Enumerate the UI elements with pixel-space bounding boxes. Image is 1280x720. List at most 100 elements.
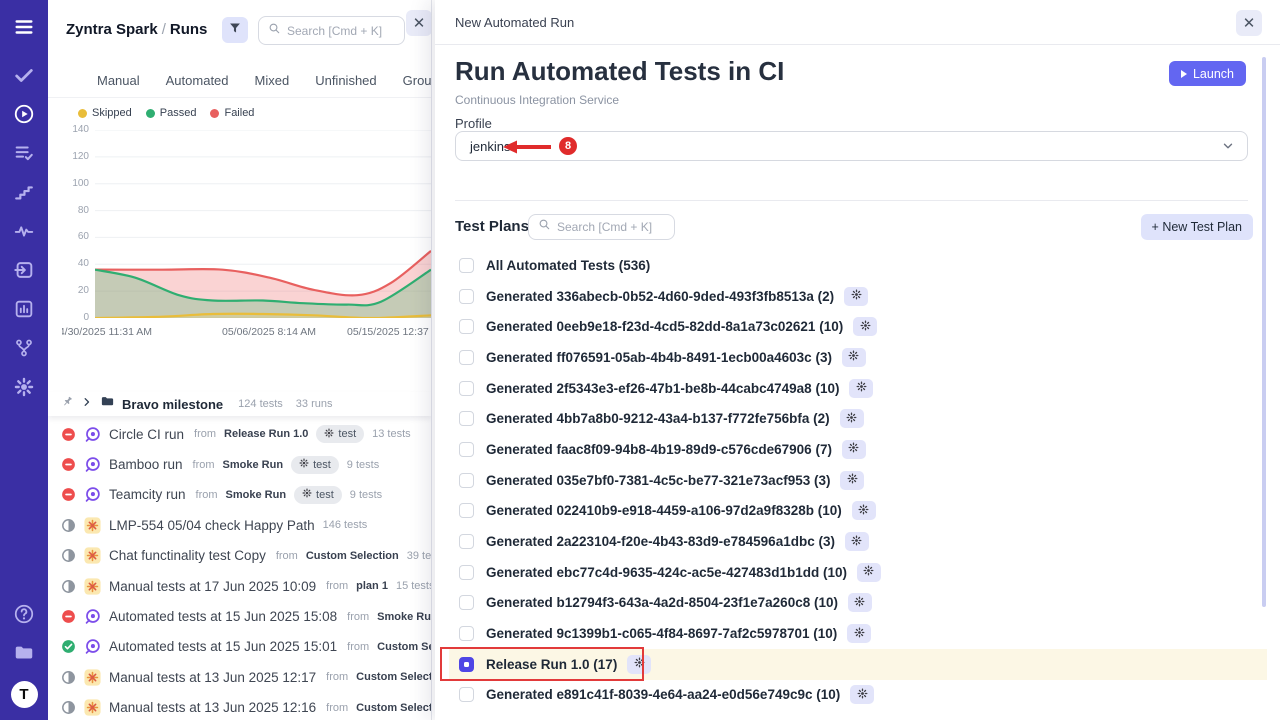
- run-list-item[interactable]: Circle CI run from Release Run 1.0 test …: [48, 419, 431, 449]
- test-plan-checkbox[interactable]: [459, 657, 474, 672]
- test-plan-label[interactable]: Generated 336abecb-0b52-4d60-9ded-493f3f…: [486, 289, 834, 304]
- filter-button[interactable]: [222, 17, 248, 43]
- milestone-name[interactable]: Bravo milestone: [122, 397, 223, 412]
- analytics-icon[interactable]: [13, 298, 35, 320]
- test-plan-label[interactable]: Generated ebc77c4d-9635-424c-ac5e-427483…: [486, 565, 847, 580]
- test-plan-settings-button[interactable]: [842, 440, 866, 459]
- test-plan-settings-button[interactable]: [840, 409, 864, 428]
- test-plan-row[interactable]: Generated ff076591-05ab-4b4b-8491-1ecb00…: [455, 342, 1257, 373]
- run-test-badge[interactable]: test: [316, 425, 364, 443]
- runs-search-input[interactable]: [287, 24, 395, 38]
- panel-close-button[interactable]: ✕: [406, 10, 432, 36]
- run-title[interactable]: Circle CI run: [109, 427, 184, 442]
- test-plan-settings-button[interactable]: [627, 655, 651, 674]
- test-plan-label[interactable]: All Automated Tests (536): [486, 258, 650, 273]
- app-logo[interactable]: T: [11, 681, 38, 708]
- test-plan-label[interactable]: Generated 022410b9-e918-4459-a106-97d2a9…: [486, 503, 842, 518]
- run-list-item[interactable]: Teamcity run from Smoke Run test 9 tests: [48, 480, 431, 510]
- runs-search[interactable]: [258, 16, 405, 45]
- tab-unfinished[interactable]: Unfinished: [302, 73, 389, 88]
- test-plan-checkbox[interactable]: [459, 565, 474, 580]
- test-plan-label[interactable]: Generated 0eeb9e18-f23d-4cd5-82dd-8a1a73…: [486, 319, 843, 334]
- menu-icon[interactable]: [13, 16, 35, 38]
- test-plan-row[interactable]: Generated 9c1399b1-c065-4f84-8697-7af2c5…: [455, 618, 1257, 649]
- test-plan-settings-button[interactable]: [857, 563, 881, 582]
- milestone-row[interactable]: Bravo milestone 124 tests 33 runs: [48, 392, 431, 416]
- test-plan-row[interactable]: Generated 0eeb9e18-f23d-4cd5-82dd-8a1a73…: [455, 311, 1257, 342]
- test-plan-label[interactable]: Generated ff076591-05ab-4b4b-8491-1ecb00…: [486, 350, 832, 365]
- test-plan-checkbox[interactable]: [459, 626, 474, 641]
- test-plan-label[interactable]: Generated b12794f3-643a-4a2d-8504-23f1e7…: [486, 595, 838, 610]
- runs-play-icon[interactable]: [13, 103, 35, 125]
- tab-manual[interactable]: Manual: [84, 73, 153, 88]
- test-plan-settings-button[interactable]: [852, 501, 876, 520]
- chevron-right-icon[interactable]: [81, 395, 93, 413]
- test-plan-row[interactable]: Generated 2f5343e3-ef26-47b1-be8b-44cabc…: [455, 373, 1257, 404]
- test-plan-settings-button[interactable]: [842, 348, 866, 367]
- test-plan-row[interactable]: Generated 336abecb-0b52-4d60-9ded-493f3f…: [455, 281, 1257, 312]
- run-list-item[interactable]: Manual tests at 17 Jun 2025 10:09 from p…: [48, 571, 431, 601]
- run-title[interactable]: Teamcity run: [109, 487, 186, 502]
- test-plan-settings-button[interactable]: [844, 287, 868, 306]
- test-plan-row[interactable]: Generated 022410b9-e918-4459-a106-97d2a9…: [455, 496, 1257, 527]
- test-plan-label[interactable]: Generated 4bb7a8b0-9212-43a4-b137-f772fe…: [486, 411, 830, 426]
- settings-gear-icon[interactable]: [13, 376, 35, 398]
- test-plan-settings-button[interactable]: [840, 471, 864, 490]
- launch-button[interactable]: Launch: [1169, 61, 1246, 86]
- test-plans-search[interactable]: [528, 214, 675, 240]
- drawer-close-button[interactable]: ✕: [1236, 10, 1262, 36]
- test-plan-label[interactable]: Release Run 1.0 (17): [486, 657, 617, 672]
- test-plan-row[interactable]: Generated faac8f09-94b8-4b19-89d9-c576cd…: [455, 434, 1257, 465]
- run-title[interactable]: Automated tests at 15 Jun 2025 15:08: [109, 609, 337, 624]
- test-plan-label[interactable]: Generated faac8f09-94b8-4b19-89d9-c576cd…: [486, 442, 832, 457]
- test-plan-label[interactable]: Generated 035e7bf0-7381-4c5c-be77-321e73…: [486, 473, 830, 488]
- test-plan-label[interactable]: Generated e891c41f-8039-4e64-aa24-e0d56e…: [486, 687, 840, 702]
- new-test-plan-button[interactable]: + New Test Plan: [1141, 214, 1253, 240]
- test-plan-checkbox[interactable]: [459, 411, 474, 426]
- run-title[interactable]: Automated tests at 15 Jun 2025 15:01: [109, 639, 337, 654]
- tests-check-icon[interactable]: [13, 64, 35, 86]
- help-icon[interactable]: [13, 603, 35, 625]
- run-list-item[interactable]: LMP-554 05/04 check Happy Path 146 tests: [48, 510, 431, 540]
- steps-icon[interactable]: [13, 181, 35, 203]
- test-plan-settings-button[interactable]: [849, 379, 873, 398]
- test-plan-settings-button[interactable]: [848, 593, 872, 612]
- run-title[interactable]: LMP-554 05/04 check Happy Path: [109, 518, 315, 533]
- run-title[interactable]: Manual tests at 17 Jun 2025 10:09: [109, 579, 316, 594]
- tab-groups[interactable]: Groups: [390, 73, 432, 88]
- run-list-item[interactable]: Automated tests at 15 Jun 2025 15:01 fro…: [48, 632, 431, 662]
- tab-automated[interactable]: Automated: [153, 73, 242, 88]
- test-plan-checkbox[interactable]: [459, 473, 474, 488]
- test-plan-row[interactable]: Generated 2a223104-f20e-4b43-83d9-e78459…: [455, 526, 1257, 557]
- pin-icon[interactable]: [61, 395, 74, 413]
- test-plan-row[interactable]: Generated 4bb7a8b0-9212-43a4-b137-f772fe…: [455, 403, 1257, 434]
- run-list-item[interactable]: Bamboo run from Smoke Run test 9 tests: [48, 449, 431, 479]
- pulse-icon[interactable]: [13, 220, 35, 242]
- test-plan-settings-button[interactable]: [850, 685, 874, 704]
- run-test-badge[interactable]: test: [291, 456, 339, 474]
- test-plan-checkbox[interactable]: [459, 503, 474, 518]
- scrollbar[interactable]: [1262, 57, 1266, 607]
- run-test-badge[interactable]: test: [294, 486, 342, 504]
- test-plan-checkbox[interactable]: [459, 350, 474, 365]
- run-list-item[interactable]: Chat functinality test Copy from Custom …: [48, 541, 431, 571]
- test-plan-checkbox[interactable]: [459, 319, 474, 334]
- breadcrumb-page[interactable]: Runs: [170, 21, 208, 38]
- run-list-item[interactable]: Manual tests at 13 Jun 2025 12:16 from C…: [48, 693, 431, 720]
- test-plan-row[interactable]: Generated ebc77c4d-9635-424c-ac5e-427483…: [455, 557, 1257, 588]
- run-list-item[interactable]: Automated tests at 15 Jun 2025 15:08 fro…: [48, 601, 431, 631]
- import-icon[interactable]: [13, 259, 35, 281]
- run-list-item[interactable]: Manual tests at 13 Jun 2025 12:17 from C…: [48, 662, 431, 692]
- test-plan-checkbox[interactable]: [459, 289, 474, 304]
- test-plan-settings-button[interactable]: [845, 532, 869, 551]
- test-plans-search-input[interactable]: [557, 220, 665, 234]
- run-title[interactable]: Chat functinality test Copy: [109, 548, 266, 563]
- run-title[interactable]: Manual tests at 13 Jun 2025 12:16: [109, 700, 316, 715]
- test-plan-row[interactable]: Release Run 1.0 (17): [449, 649, 1267, 680]
- test-plan-row[interactable]: Generated e891c41f-8039-4e64-aa24-e0d56e…: [455, 680, 1257, 711]
- test-plan-settings-button[interactable]: [847, 624, 871, 643]
- test-plan-label[interactable]: Generated 9c1399b1-c065-4f84-8697-7af2c5…: [486, 626, 837, 641]
- test-plan-checkbox[interactable]: [459, 595, 474, 610]
- run-title[interactable]: Bamboo run: [109, 457, 183, 472]
- test-plan-label[interactable]: Generated 2a223104-f20e-4b43-83d9-e78459…: [486, 534, 835, 549]
